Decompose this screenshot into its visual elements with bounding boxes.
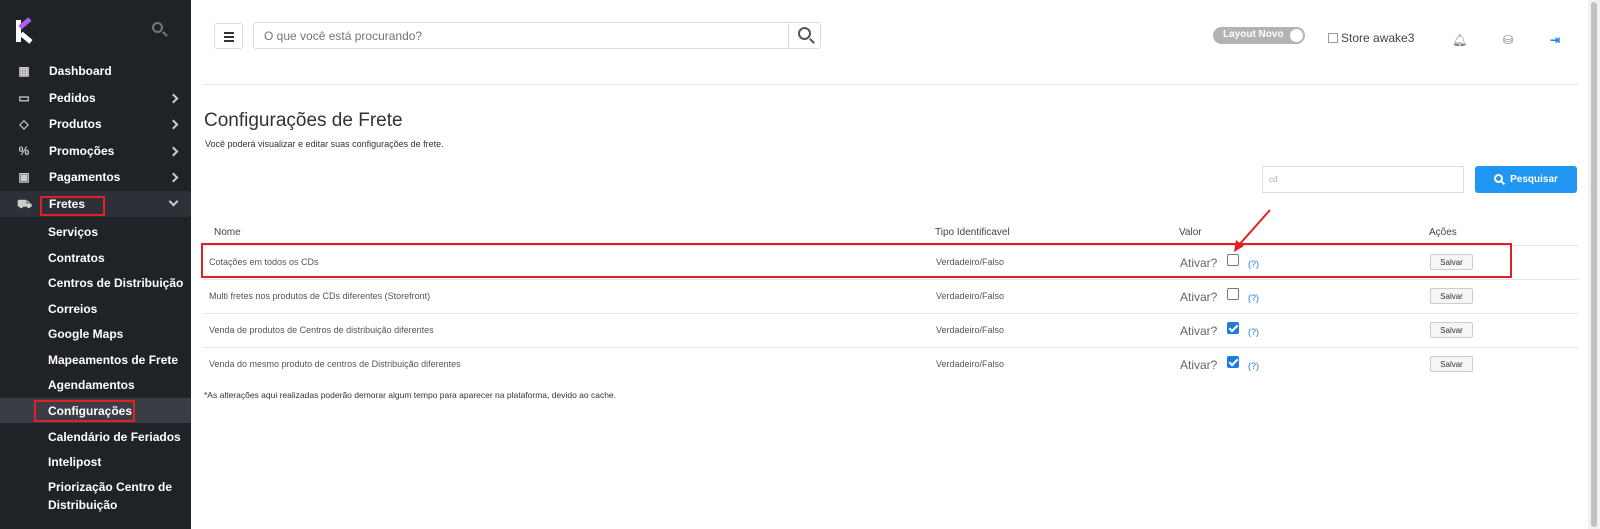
header-divider [204, 84, 1578, 85]
ativar-label: Ativar? [1180, 358, 1218, 372]
table-divider [204, 347, 1578, 348]
search-field[interactable] [253, 22, 821, 49]
sidebar-subitem-correios[interactable]: Correios [0, 296, 191, 321]
sidebar-subitem-contratos[interactable]: Contratos [0, 245, 191, 270]
salvar-button[interactable]: Salvar [1430, 288, 1473, 304]
sidebar-item-dashboard[interactable]: ▦ Dashboard [0, 58, 191, 84]
sidebar-item-produtos[interactable]: ◇ Produtos [0, 111, 191, 137]
sidebar-item-pedidos[interactable]: ▭ Pedidos [0, 85, 191, 111]
chevron-right-icon [168, 93, 179, 103]
sidebar-search-icon[interactable] [152, 22, 168, 38]
inbox-icon: ▭ [18, 91, 30, 105]
row-name: Venda de produtos de Centros de distribu… [209, 325, 434, 335]
chevron-right-icon [168, 172, 179, 182]
ativar-checkbox[interactable] [1227, 288, 1239, 300]
menu-toggle-button[interactable] [214, 23, 243, 49]
help-link[interactable]: (?) [1248, 361, 1259, 371]
layout-toggle[interactable]: Layout Novo [1213, 27, 1305, 44]
help-link[interactable]: (?) [1248, 327, 1259, 337]
broken-image-icon [1328, 33, 1338, 43]
column-header-acoes: Ações [1429, 227, 1457, 238]
table-divider [204, 313, 1578, 314]
chevron-down-icon [168, 196, 179, 207]
highlight-box [40, 196, 105, 216]
sidebar-subitem-centros[interactable]: Centros de Distribuição [0, 270, 191, 295]
column-header-valor: Valor [1179, 227, 1202, 238]
percent-icon: % [18, 144, 30, 158]
sidebar-item-pagamentos[interactable]: ▣ Pagamentos [0, 164, 191, 190]
highlight-box [201, 243, 1512, 278]
tag-icon: ◇ [19, 117, 29, 131]
ativar-label: Ativar? [1180, 324, 1218, 338]
ativar-label: Ativar? [1180, 290, 1218, 304]
sidebar: ▦ Dashboard ▭ Pedidos ◇ Produtos % Promo… [0, 0, 191, 529]
chevron-right-icon [168, 119, 179, 129]
ativar-checkbox[interactable] [1227, 322, 1239, 334]
annotation-arrow-icon [1234, 209, 1271, 252]
column-header-nome: Nome [214, 227, 241, 238]
row-name: Venda do mesmo produto de centros de Dis… [209, 359, 461, 369]
salvar-button[interactable]: Salvar [1430, 322, 1473, 338]
store-logo[interactable]: Store awake3 [1328, 31, 1414, 45]
highlight-box [34, 400, 135, 422]
row-name: Multi fretes nos produtos de CDs diferen… [209, 291, 431, 301]
page-subtitle: Você poderá visualizar e editar suas con… [205, 139, 444, 149]
chevron-right-icon [168, 146, 179, 156]
column-header-tipo: Tipo Identificavel [935, 227, 1010, 238]
row-type: Verdadeiro/Falso [936, 325, 1005, 335]
brand-logo-icon[interactable] [14, 17, 36, 44]
sidebar-subitem-google-maps[interactable]: Google Maps [0, 321, 191, 346]
money-icon: ▣ [18, 170, 30, 184]
search-button[interactable] [788, 22, 821, 49]
truck-icon: ⛟ [17, 197, 33, 211]
bell-icon[interactable]: 🔔︎ [1452, 33, 1467, 47]
scrollbar[interactable] [1588, 0, 1600, 529]
search-input[interactable] [264, 28, 764, 43]
sidebar-subitem-servicos[interactable]: Serviços [0, 219, 191, 244]
salvar-button[interactable]: Salvar [1430, 356, 1473, 372]
sidebar-subitem-intelipost[interactable]: Intelipost [0, 449, 191, 474]
table-divider [204, 279, 1578, 280]
search-icon [1494, 174, 1506, 186]
filter-input[interactable]: cd [1262, 166, 1464, 193]
coins-icon[interactable]: ⛁ [1501, 33, 1515, 47]
sidebar-subitem-priorizacao[interactable]: Priorização Centro de Distribuição [0, 476, 191, 516]
sidebar-item-promocoes[interactable]: % Promoções [0, 138, 191, 164]
logout-icon[interactable]: ⇥ [1548, 33, 1562, 47]
pesquisar-button[interactable]: Pesquisar [1475, 166, 1577, 193]
sidebar-subitem-agendamentos[interactable]: Agendamentos [0, 372, 191, 397]
toggle-knob [1290, 29, 1303, 42]
ativar-checkbox[interactable] [1227, 356, 1239, 368]
row-type: Verdadeiro/Falso [936, 359, 1005, 369]
cache-footnote: *As alterações aqui realizadas poderão d… [204, 390, 617, 400]
row-type: Verdadeiro/Falso [936, 291, 1005, 301]
grid-icon: ▦ [18, 64, 30, 78]
sidebar-subitem-mapeamentos[interactable]: Mapeamentos de Frete [0, 347, 191, 372]
page-title: Configurações de Frete [204, 110, 403, 131]
sidebar-subitem-calendario[interactable]: Calendário de Feriados [0, 424, 191, 449]
help-link[interactable]: (?) [1248, 293, 1259, 303]
